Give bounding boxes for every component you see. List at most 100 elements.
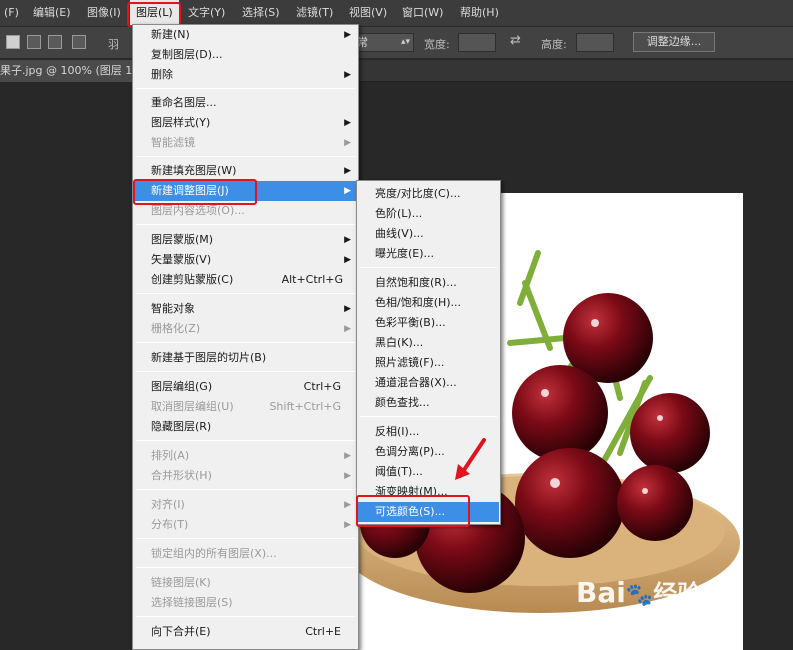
menu-item-delete-label: 删除 [151, 68, 173, 81]
swap-icon[interactable]: ⇄ [510, 33, 521, 48]
menu-item-create-clipping-mask[interactable]: 创建剪贴蒙版(C) Alt+Ctrl+G [134, 270, 357, 290]
submenu-item-levels[interactable]: 色阶(L)... [358, 204, 499, 224]
menu-image[interactable]: 图像(I) [82, 0, 126, 26]
menu-item-layer-style[interactable]: 图层样式(Y) ▶ [134, 113, 357, 133]
submenu-item-photo-filter[interactable]: 照片滤镜(F)... [358, 353, 499, 373]
menu-item-ungroup-layers[interactable]: 取消图层编组(U) Shift+Ctrl+G [134, 397, 357, 417]
menu-separator [136, 489, 355, 490]
refine-edge-button[interactable]: 调整边缘... [633, 32, 715, 52]
menu-item-vector-mask-label: 矢量蒙版(V) [151, 253, 212, 266]
submenu-arrow-icon: ▶ [344, 70, 351, 80]
submenu-item-curves[interactable]: 曲线(V)... [358, 224, 499, 244]
menu-item-select-linked-layers[interactable]: 选择链接图层(S) [134, 593, 357, 613]
menu-separator [136, 440, 355, 441]
submenu-arrow-icon: ▶ [344, 520, 351, 530]
watermark-brand-cn: 经验 [653, 580, 702, 608]
menu-item-lock-all-layers-in-group[interactable]: 锁定组内的所有图层(X)... [134, 544, 357, 564]
shortcut-label: Ctrl+E [305, 625, 341, 638]
menu-item-rename-layer[interactable]: 重命名图层... [134, 93, 357, 113]
menu-item-rename-layer-label: 重命名图层... [151, 96, 217, 109]
menu-item-smart-filter-label: 智能滤镜 [151, 136, 195, 149]
menu-item-smart-filter[interactable]: 智能滤镜 ▶ [134, 133, 357, 153]
menu-item-new-fill-layer[interactable]: 新建填充图层(W) ▶ [134, 161, 357, 181]
menu-separator [136, 538, 355, 539]
menu-item-align-label: 对齐(I) [151, 498, 185, 511]
menu-item-smart-object-label: 智能对象 [151, 302, 195, 315]
menu-item-distribute[interactable]: 分布(T) ▶ [134, 515, 357, 535]
submenu-item-color-lookup[interactable]: 颜色查找... [358, 393, 499, 413]
menu-view[interactable]: 视图(V) [344, 0, 392, 26]
submenu-item-vibrance[interactable]: 自然饱和度(R)... [358, 273, 499, 293]
menu-separator [136, 567, 355, 568]
submenu-arrow-icon: ▶ [344, 255, 351, 265]
menu-filter[interactable]: 滤镜(T) [291, 0, 338, 26]
submenu-item-exposure[interactable]: 曝光度(E)... [358, 244, 499, 264]
menu-item-layer-style-label: 图层样式(Y) [151, 116, 211, 129]
menu-item-hide-layers[interactable]: 隐藏图层(R) [134, 417, 357, 437]
annotation-arrow-icon [455, 438, 486, 480]
submenu-item-threshold-label: 阈值(T)... [375, 465, 423, 478]
menu-item-link-layers[interactable]: 链接图层(K) [134, 573, 357, 593]
menu-separator [136, 293, 355, 294]
menu-select[interactable]: 选择(S) [237, 0, 285, 26]
menu-window[interactable]: 窗口(W) [397, 0, 448, 26]
submenu-item-photo-filter-label: 照片滤镜(F)... [375, 356, 445, 369]
watermark-logo: Bai🐾经验 [576, 576, 702, 609]
submenu-arrow-icon: ▶ [344, 451, 351, 461]
menu-item-new-label: 新建(N) [151, 28, 190, 41]
menu-item-vector-mask[interactable]: 矢量蒙版(V) ▶ [134, 250, 357, 270]
menu-item-select-linked-layers-label: 选择链接图层(S) [151, 596, 233, 609]
feather-label: 羽 [108, 38, 119, 51]
menu-type[interactable]: 文字(Y) [183, 0, 230, 26]
submenu-item-brightness-contrast[interactable]: 亮度/对比度(C)... [358, 184, 499, 204]
menu-item-duplicate-layer[interactable]: 复制图层(D)... [134, 45, 357, 65]
menu-item-new-layer-based-slice-label: 新建基于图层的切片(B) [151, 351, 267, 364]
watermark-url: jingyan.baidu.com [606, 610, 708, 623]
menu-item-combine-shapes-label: 合并形状(H) [151, 469, 212, 482]
document-tab[interactable]: 果子.jpg @ 100% (图层 1, [0, 60, 142, 82]
submenu-arrow-icon: ▶ [344, 138, 351, 148]
menu-item-new[interactable]: 新建(N) ▶ [134, 25, 357, 45]
menu-item-align[interactable]: 对齐(I) ▶ [134, 495, 357, 515]
submenu-item-color-balance[interactable]: 色彩平衡(B)... [358, 313, 499, 333]
height-input[interactable] [576, 33, 614, 52]
menu-item-create-clipping-mask-label: 创建剪贴蒙版(C) [151, 273, 234, 286]
submenu-item-channel-mixer-label: 通道混合器(X)... [375, 376, 457, 389]
menu-item-smart-object[interactable]: 智能对象 ▶ [134, 299, 357, 319]
menu-item-new-layer-based-slice[interactable]: 新建基于图层的切片(B) [134, 348, 357, 368]
width-input[interactable] [458, 33, 496, 52]
menu-separator [136, 224, 355, 225]
submenu-item-posterize-label: 色调分离(P)... [375, 445, 445, 458]
menu-edit[interactable]: 编辑(E) [28, 0, 76, 26]
menu-help[interactable]: 帮助(H) [455, 0, 504, 26]
submenu-item-color-lookup-label: 颜色查找... [375, 396, 430, 409]
menu-item-group-layers[interactable]: 图层编组(G) Ctrl+G [134, 377, 357, 397]
add-selection-icon[interactable] [27, 35, 41, 49]
submenu-item-black-white[interactable]: 黑白(K)... [358, 333, 499, 353]
menu-item-arrange[interactable]: 排列(A) ▶ [134, 446, 357, 466]
menu-file[interactable]: (F) [0, 0, 23, 26]
style-select[interactable]: 常 ▴▾ [352, 33, 414, 52]
annotation-box-new-adjustment-layer [133, 179, 257, 205]
document-tab-bar: 果子.jpg @ 100% (图层 1, [0, 60, 793, 82]
updown-caret-icon: ▴▾ [400, 37, 410, 47]
menu-item-rasterize[interactable]: 栅格化(Z) ▶ [134, 319, 357, 339]
submenu-arrow-icon: ▶ [344, 30, 351, 40]
submenu-arrow-icon: ▶ [344, 166, 351, 176]
submenu-item-hue-saturation-label: 色相/饱和度(H)... [375, 296, 462, 309]
watermark-brand: Bai [576, 576, 626, 609]
submenu-item-channel-mixer[interactable]: 通道混合器(X)... [358, 373, 499, 393]
submenu-arrow-icon: ▶ [344, 471, 351, 481]
submenu-item-invert-label: 反相(I)... [375, 425, 420, 438]
submenu-arrow-icon: ▶ [344, 324, 351, 334]
new-selection-icon[interactable] [6, 35, 20, 49]
subtract-selection-icon[interactable] [48, 35, 62, 49]
menu-item-merge-down[interactable]: 向下合并(E) Ctrl+E [134, 622, 357, 642]
shortcut-label: Alt+Ctrl+G [281, 273, 343, 286]
menu-item-layer-mask[interactable]: 图层蒙版(M) ▶ [134, 230, 357, 250]
menu-item-delete[interactable]: 删除 ▶ [134, 65, 357, 85]
menu-item-combine-shapes[interactable]: 合并形状(H) ▶ [134, 466, 357, 486]
submenu-arrow-icon: ▶ [344, 186, 351, 196]
submenu-item-hue-saturation[interactable]: 色相/饱和度(H)... [358, 293, 499, 313]
intersect-selection-icon[interactable] [72, 35, 86, 49]
